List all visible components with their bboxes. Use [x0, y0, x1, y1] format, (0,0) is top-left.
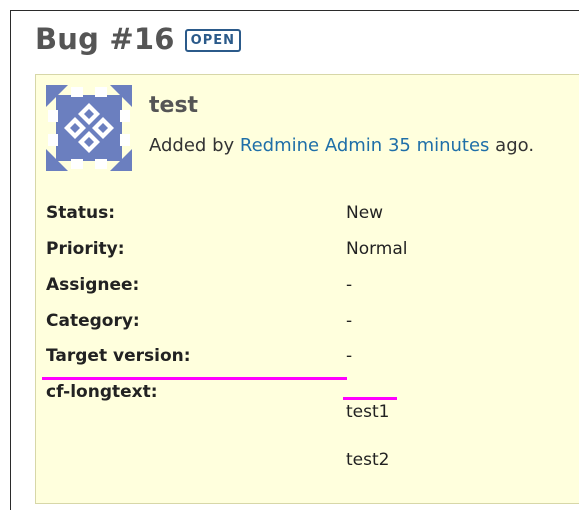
- issue-subject: test: [149, 93, 199, 118]
- status-label: Status:: [46, 203, 115, 223]
- issue-header: Bug #16 OPEN: [35, 22, 242, 56]
- category-label: Category:: [46, 311, 140, 331]
- cf-longtext-line2: test2: [346, 450, 390, 470]
- cf-longtext-label: cf-longtext:: [46, 382, 158, 402]
- status-badge: OPEN: [184, 29, 242, 52]
- page-title: Bug #16: [35, 22, 175, 56]
- target-version-value: -: [346, 346, 353, 366]
- cf-longtext-line1: test1: [346, 402, 390, 422]
- priority-value: Normal: [346, 239, 408, 259]
- avatar: [46, 85, 132, 171]
- target-version-label: Target version:: [46, 346, 191, 366]
- ago-text: ago.: [495, 135, 535, 156]
- highlight-underline: [42, 377, 347, 380]
- status-value: New: [346, 203, 384, 223]
- author-line: Added by Redmine Admin 35 minutes ago.: [149, 135, 534, 156]
- avatar-image: [46, 85, 132, 171]
- added-by-text: Added by: [149, 135, 235, 156]
- highlight-underline-value: [343, 397, 397, 400]
- category-value: -: [346, 311, 353, 331]
- assignee-value: -: [346, 275, 353, 295]
- assignee-label: Assignee:: [46, 275, 140, 295]
- time-ago-link[interactable]: 35 minutes: [388, 135, 490, 156]
- author-link[interactable]: Redmine Admin: [240, 135, 382, 156]
- priority-label: Priority:: [46, 239, 125, 259]
